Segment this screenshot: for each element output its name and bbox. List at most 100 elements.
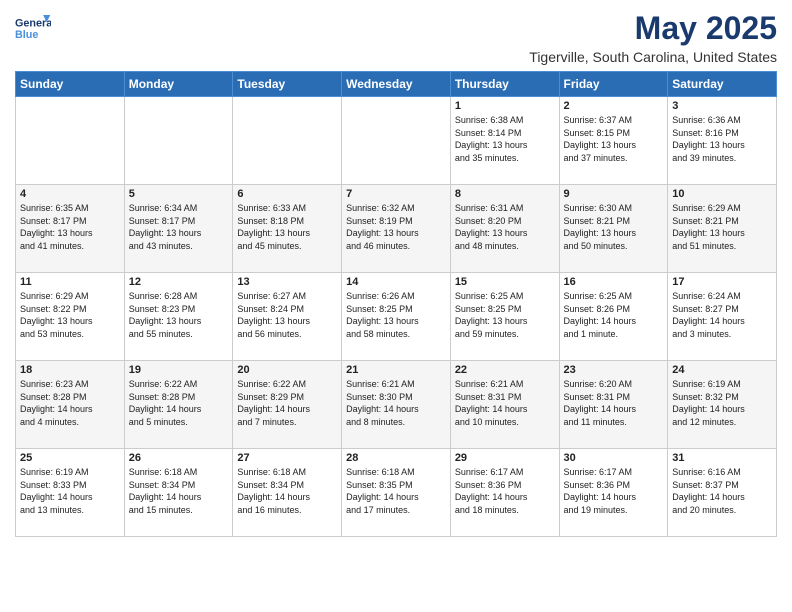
calendar-cell: [233, 97, 342, 185]
calendar-cell: [16, 97, 125, 185]
calendar-week-3: 18 Sunrise: 6:23 AM Sunset: 8:28 PM Dayli…: [16, 361, 777, 449]
day-number: 17: [672, 276, 772, 288]
day-number: 25: [20, 452, 120, 464]
day-number: 7: [346, 188, 446, 200]
day-info: Sunrise: 6:25 AM Sunset: 8:26 PM Dayligh…: [564, 290, 664, 340]
day-number: 23: [564, 364, 664, 376]
calendar-cell: 27 Sunrise: 6:18 AM Sunset: 8:34 PM Dayli…: [233, 449, 342, 537]
day-info: Sunrise: 6:38 AM Sunset: 8:14 PM Dayligh…: [455, 114, 555, 164]
day-number: 3: [672, 100, 772, 112]
calendar-cell: 14Sunrise: 6:26 AM Sunset: 8:25 PM Dayli…: [342, 273, 451, 361]
day-number: 30: [564, 452, 664, 464]
calendar-cell: 31Sunrise: 6:16 AM Sunset: 8:37 PM Dayli…: [668, 449, 777, 537]
calendar-header-row: Sunday Monday Tuesday Wednesday Thursday…: [16, 72, 777, 97]
header: General Blue May 2025 Tigerville, South …: [15, 10, 777, 65]
day-info: Sunrise: 6:27 AM Sunset: 8:24 PM Dayligh…: [237, 290, 337, 340]
calendar-cell: 26 Sunrise: 6:18 AM Sunset: 8:34 PM Dayli…: [124, 449, 233, 537]
calendar-cell: 25Sunrise: 6:19 AM Sunset: 8:33 PM Dayli…: [16, 449, 125, 537]
calendar-cell: 11 Sunrise: 6:29 AM Sunset: 8:22 PM Dayli…: [16, 273, 125, 361]
calendar-week-0: 1Sunrise: 6:38 AM Sunset: 8:14 PM Daylig…: [16, 97, 777, 185]
day-info: Sunrise: 6:23 AM Sunset: 8:28 PM Dayligh…: [20, 378, 120, 428]
month-title: May 2025: [529, 10, 777, 47]
day-info: Sunrise: 6:22 AM Sunset: 8:29 PM Dayligh…: [237, 378, 337, 428]
day-info: Sunrise: 6:29 AM Sunset: 8:22 PM Dayligh…: [20, 290, 120, 340]
day-info: Sunrise: 6:26 AM Sunset: 8:25 PM Dayligh…: [346, 290, 446, 340]
day-number: 2: [564, 100, 664, 112]
col-monday: Monday: [124, 72, 233, 97]
day-info: Sunrise: 6:33 AM Sunset: 8:18 PM Dayligh…: [237, 202, 337, 252]
calendar-cell: 13 Sunrise: 6:27 AM Sunset: 8:24 PM Dayli…: [233, 273, 342, 361]
col-thursday: Thursday: [450, 72, 559, 97]
day-info: Sunrise: 6:18 AM Sunset: 8:34 PM Dayligh…: [237, 466, 337, 516]
day-number: 6: [237, 188, 337, 200]
day-number: 18: [20, 364, 120, 376]
day-info: Sunrise: 6:17 AM Sunset: 8:36 PM Dayligh…: [564, 466, 664, 516]
day-number: 9: [564, 188, 664, 200]
calendar-cell: 7 Sunrise: 6:32 AM Sunset: 8:19 PM Daylig…: [342, 185, 451, 273]
calendar-cell: 16 Sunrise: 6:25 AM Sunset: 8:26 PM Dayli…: [559, 273, 668, 361]
calendar-cell: 8 Sunrise: 6:31 AM Sunset: 8:20 PM Daylig…: [450, 185, 559, 273]
day-info: Sunrise: 6:19 AM Sunset: 8:32 PM Dayligh…: [672, 378, 772, 428]
day-info: Sunrise: 6:34 AM Sunset: 8:17 PM Dayligh…: [129, 202, 229, 252]
day-info: Sunrise: 6:29 AM Sunset: 8:21 PM Dayligh…: [672, 202, 772, 252]
day-info: Sunrise: 6:37 AM Sunset: 8:15 PM Dayligh…: [564, 114, 664, 164]
col-friday: Friday: [559, 72, 668, 97]
day-number: 21: [346, 364, 446, 376]
day-number: 12: [129, 276, 229, 288]
calendar-week-2: 11 Sunrise: 6:29 AM Sunset: 8:22 PM Dayli…: [16, 273, 777, 361]
calendar-cell: 9 Sunrise: 6:30 AM Sunset: 8:21 PM Daylig…: [559, 185, 668, 273]
calendar-cell: 20 Sunrise: 6:22 AM Sunset: 8:29 PM Dayli…: [233, 361, 342, 449]
day-number: 10: [672, 188, 772, 200]
col-sunday: Sunday: [16, 72, 125, 97]
calendar-cell: 12 Sunrise: 6:28 AM Sunset: 8:23 PM Dayli…: [124, 273, 233, 361]
day-info: Sunrise: 6:18 AM Sunset: 8:35 PM Dayligh…: [346, 466, 446, 516]
calendar-cell: 2 Sunrise: 6:37 AM Sunset: 8:15 PM Daylig…: [559, 97, 668, 185]
day-number: 11: [20, 276, 120, 288]
calendar-cell: 28 Sunrise: 6:18 AM Sunset: 8:35 PM Dayli…: [342, 449, 451, 537]
calendar-cell: 29Sunrise: 6:17 AM Sunset: 8:36 PM Dayli…: [450, 449, 559, 537]
svg-text:Blue: Blue: [15, 29, 38, 41]
day-number: 4: [20, 188, 120, 200]
page: General Blue May 2025 Tigerville, South …: [0, 0, 792, 547]
calendar-cell: 22Sunrise: 6:21 AM Sunset: 8:31 PM Dayli…: [450, 361, 559, 449]
calendar-table: Sunday Monday Tuesday Wednesday Thursday…: [15, 71, 777, 537]
day-number: 5: [129, 188, 229, 200]
logo-image: General Blue: [15, 10, 51, 46]
col-saturday: Saturday: [668, 72, 777, 97]
calendar-week-4: 25Sunrise: 6:19 AM Sunset: 8:33 PM Dayli…: [16, 449, 777, 537]
calendar-cell: [342, 97, 451, 185]
day-info: Sunrise: 6:32 AM Sunset: 8:19 PM Dayligh…: [346, 202, 446, 252]
calendar-cell: 21 Sunrise: 6:21 AM Sunset: 8:30 PM Dayli…: [342, 361, 451, 449]
day-number: 13: [237, 276, 337, 288]
day-info: Sunrise: 6:17 AM Sunset: 8:36 PM Dayligh…: [455, 466, 555, 516]
location: Tigerville, South Carolina, United State…: [529, 49, 777, 65]
day-number: 26: [129, 452, 229, 464]
calendar-cell: 18 Sunrise: 6:23 AM Sunset: 8:28 PM Dayli…: [16, 361, 125, 449]
col-wednesday: Wednesday: [342, 72, 451, 97]
calendar-cell: 23Sunrise: 6:20 AM Sunset: 8:31 PM Dayli…: [559, 361, 668, 449]
calendar-cell: [124, 97, 233, 185]
calendar-cell: 10 Sunrise: 6:29 AM Sunset: 8:21 PM Dayli…: [668, 185, 777, 273]
day-number: 24: [672, 364, 772, 376]
logo: General Blue: [15, 10, 51, 46]
calendar-cell: 5 Sunrise: 6:34 AM Sunset: 8:17 PM Daylig…: [124, 185, 233, 273]
calendar-cell: 1Sunrise: 6:38 AM Sunset: 8:14 PM Daylig…: [450, 97, 559, 185]
day-info: Sunrise: 6:28 AM Sunset: 8:23 PM Dayligh…: [129, 290, 229, 340]
logo-icon: General Blue: [15, 10, 51, 46]
day-number: 8: [455, 188, 555, 200]
day-info: Sunrise: 6:21 AM Sunset: 8:30 PM Dayligh…: [346, 378, 446, 428]
col-tuesday: Tuesday: [233, 72, 342, 97]
day-number: 15: [455, 276, 555, 288]
day-info: Sunrise: 6:35 AM Sunset: 8:17 PM Dayligh…: [20, 202, 120, 252]
calendar-cell: 6 Sunrise: 6:33 AM Sunset: 8:18 PM Daylig…: [233, 185, 342, 273]
day-info: Sunrise: 6:31 AM Sunset: 8:20 PM Dayligh…: [455, 202, 555, 252]
day-info: Sunrise: 6:24 AM Sunset: 8:27 PM Dayligh…: [672, 290, 772, 340]
day-number: 27: [237, 452, 337, 464]
day-info: Sunrise: 6:18 AM Sunset: 8:34 PM Dayligh…: [129, 466, 229, 516]
day-number: 22: [455, 364, 555, 376]
day-number: 28: [346, 452, 446, 464]
calendar-cell: 19Sunrise: 6:22 AM Sunset: 8:28 PM Dayli…: [124, 361, 233, 449]
day-info: Sunrise: 6:30 AM Sunset: 8:21 PM Dayligh…: [564, 202, 664, 252]
day-number: 20: [237, 364, 337, 376]
day-number: 16: [564, 276, 664, 288]
